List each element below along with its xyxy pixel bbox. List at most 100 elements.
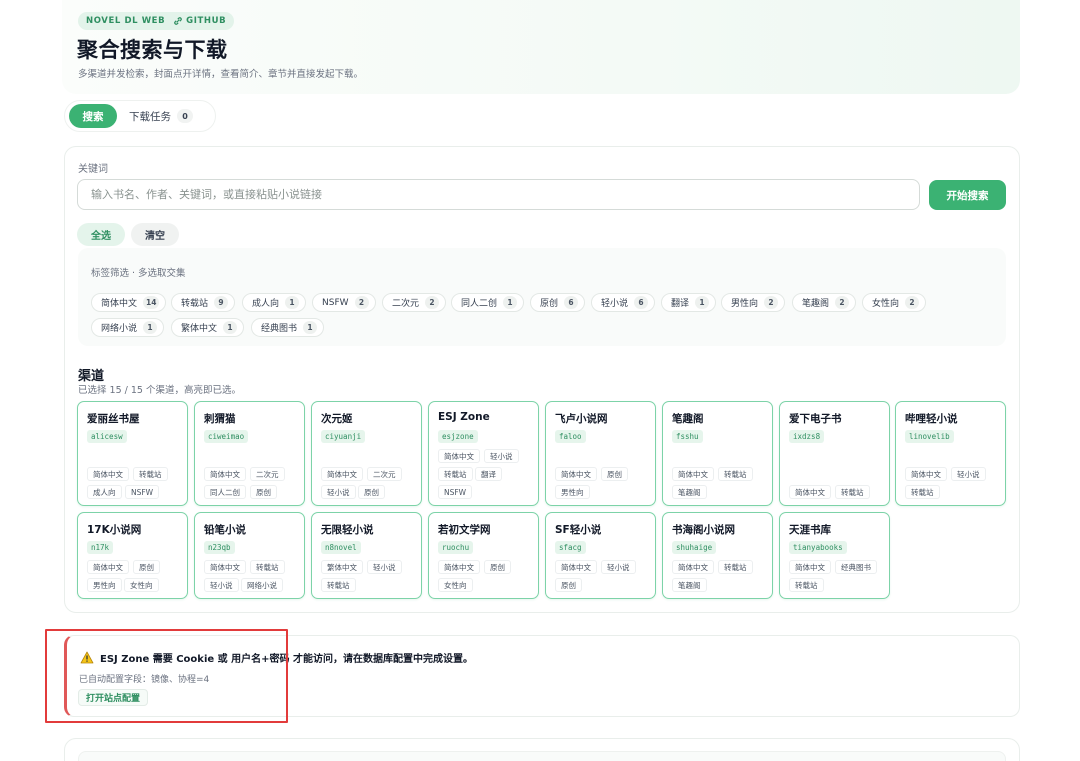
tag-chip[interactable]: 简体中文 14: [91, 293, 167, 312]
keyword-label: 关键词: [78, 164, 108, 175]
tab-search[interactable]: 搜索: [69, 104, 117, 128]
tag-chip[interactable]: 网络小说 1: [91, 318, 165, 337]
channel-tag: 二次元: [250, 467, 285, 481]
open-site-config-button[interactable]: 打开站点配置: [78, 689, 149, 706]
tab-downloads-label: 下载任务: [129, 110, 171, 123]
channel-card-sfacg[interactable]: SF轻小说 sfacg 简体中文 轻小说 原创: [545, 512, 656, 599]
channel-card-ciweimao[interactable]: 刺猬猫 ciweimao 简体中文 二次元 同人二创 原创: [194, 401, 305, 506]
channel-tag: 转载站: [718, 467, 753, 481]
channel-code: faloo: [555, 430, 586, 443]
channel-card-faloo[interactable]: 飞卢小说网 faloo 简体中文 原创 男性向: [545, 401, 656, 506]
clear-button[interactable]: 清空: [131, 223, 179, 246]
channel-tag: 转载站: [789, 578, 824, 592]
channel-tag: 繁体中文: [321, 560, 363, 574]
channel-tag: 转载站: [250, 560, 285, 574]
tag-chip-label: 原创: [540, 299, 559, 309]
channel-tag: 简体中文: [204, 560, 246, 574]
channel-card-n8novel[interactable]: 无限轻小说 n8novel 繁体中文 轻小说 转载站: [311, 512, 422, 599]
tag-chip-count: 2: [905, 296, 920, 309]
app-badge: NOVEL DL WEB GITHUB: [78, 12, 235, 30]
channel-name: SF轻小说: [555, 524, 602, 536]
channel-card-shuhaige[interactable]: 书海阁小说网 shuhaige 简体中文 转载站 笔趣阁: [662, 512, 773, 599]
channel-code: n23qb: [204, 541, 235, 554]
warning-subtext: 已自动配置字段：镜像、协程=4: [79, 675, 210, 685]
select-all-button[interactable]: 全选: [77, 223, 125, 246]
tag-chip[interactable]: 女性向 2: [862, 293, 927, 312]
tag-chip[interactable]: 翻译 1: [661, 293, 717, 312]
warning-text: ESJ Zone 需要 Cookie 或 用户名+密码 才能访问，请在数据库配置…: [100, 654, 473, 665]
channels-subtitle: 已选择 15 / 15 个渠道，高亮即已选。: [78, 385, 241, 396]
channel-tag: 女性向: [438, 578, 473, 592]
channel-tag: 轻小说: [951, 467, 986, 481]
tag-chip-count: 6: [564, 296, 579, 309]
channel-card-fsshu[interactable]: 笔趣阁 fsshu 简体中文 转载站 笔趣阁: [662, 401, 773, 506]
tag-chip-count: 1: [695, 296, 710, 309]
channel-name: 17K小说网: [87, 524, 142, 536]
channel-tag: 轻小说: [601, 560, 636, 574]
channel-tag: 简体中文: [87, 467, 129, 481]
channel-name: 飞卢小说网: [555, 413, 608, 425]
tag-chip[interactable]: 经典图书 1: [251, 318, 325, 337]
channel-card-ruochu[interactable]: 若初文学网 ruochu 简体中文 原创 女性向: [428, 512, 539, 599]
channel-tag: 简体中文: [87, 560, 129, 574]
github-link[interactable]: GITHUB: [173, 16, 226, 26]
tag-chip-label: 简体中文: [101, 299, 138, 309]
tag-chip-count: 9: [214, 296, 229, 309]
channel-code: esjzone: [438, 430, 478, 443]
channel-card-n23qb[interactable]: 铅笔小说 n23qb 简体中文 转载站 轻小说 网络小说: [194, 512, 305, 599]
tag-chip[interactable]: 轻小说 6: [591, 293, 656, 312]
channel-tag: 简体中文: [672, 467, 714, 481]
channel-card-esjzone[interactable]: ESJ Zone esjzone 简体中文 轻小说 转载站 翻译 NSFW: [428, 401, 539, 506]
channel-tag: 简体中文: [204, 467, 246, 481]
channel-card-n17k[interactable]: 17K小说网 n17k 简体中文 原创 男性向 女性向: [77, 512, 188, 599]
tag-chip-count: 1: [303, 321, 318, 334]
tag-chip[interactable]: 转载站 9: [171, 293, 236, 312]
channel-card-tianyabooks[interactable]: 天涯书库 tianyabooks 简体中文 经典图书 转载站: [779, 512, 890, 599]
tag-chip-count: 1: [503, 296, 518, 309]
channel-code: ruochu: [438, 541, 474, 554]
channel-tag: 原创: [601, 467, 628, 481]
channel-tag: 原创: [133, 560, 160, 574]
channel-tag: NSFW: [438, 485, 473, 499]
tag-chip-count: 1: [143, 321, 158, 334]
channel-tag: 笔趣阁: [672, 578, 707, 592]
channel-card-ciyuanji[interactable]: 次元姬 ciyuanji 简体中文 二次元 轻小说 原创: [311, 401, 422, 506]
tag-chip-count: 2: [354, 296, 369, 309]
start-search-button[interactable]: 开始搜索: [929, 180, 1006, 210]
channel-name: ESJ Zone: [438, 411, 490, 423]
tag-chip[interactable]: 繁体中文 1: [171, 318, 245, 337]
tab-downloads[interactable]: 下载任务 0: [123, 104, 199, 128]
tag-chip[interactable]: 同人二创 1: [451, 293, 525, 312]
tag-chip-label: 轻小说: [601, 299, 629, 309]
tag-chip[interactable]: 笔趣阁 2: [792, 293, 857, 312]
channel-tag: 简体中文: [438, 560, 480, 574]
channel-tag: 简体中文: [905, 467, 947, 481]
tag-chip[interactable]: 成人向 1: [242, 293, 307, 312]
channel-name: 天涯书库: [789, 524, 831, 536]
tag-chip[interactable]: 二次元 2: [382, 293, 447, 312]
channel-name: 书海阁小说网: [672, 524, 735, 536]
channel-tag: 轻小说: [367, 560, 402, 574]
channel-tag: 男性向: [555, 485, 590, 499]
channel-name: 刺猬猫: [204, 413, 236, 425]
channel-tag: 翻译: [475, 467, 502, 481]
channel-code: ciweimao: [204, 430, 249, 443]
channel-code: sfacg: [555, 541, 586, 554]
channel-code: n17k: [87, 541, 114, 554]
search-input[interactable]: [77, 179, 920, 210]
channel-name: 次元姬: [321, 413, 353, 425]
tag-chip-label: 笔趣阁: [802, 299, 830, 309]
channel-tag: NSFW: [125, 485, 160, 499]
channel-tag: 转载站: [321, 578, 356, 592]
tag-chip-label: 同人二创: [461, 299, 498, 309]
channel-card-linovelib[interactable]: 哔哩轻小说 linovelib 简体中文 轻小说 转载站: [895, 401, 1006, 506]
channel-card-ixdzs8[interactable]: 爱下电子书 ixdzs8 简体中文 转载站: [779, 401, 890, 506]
tag-chip-count: 1: [223, 321, 238, 334]
channel-name: 无限轻小说: [321, 524, 374, 536]
tag-chip[interactable]: NSFW 2: [312, 293, 376, 312]
tag-chip[interactable]: 男性向 2: [721, 293, 786, 312]
tag-chip[interactable]: 原创 6: [530, 293, 586, 312]
app-badge-label: NOVEL DL WEB: [86, 16, 166, 26]
channel-code: alicesw: [87, 430, 127, 443]
channel-card-alicesw[interactable]: 爱丽丝书屋 alicesw 简体中文 转载站 成人向 NSFW: [77, 401, 188, 506]
